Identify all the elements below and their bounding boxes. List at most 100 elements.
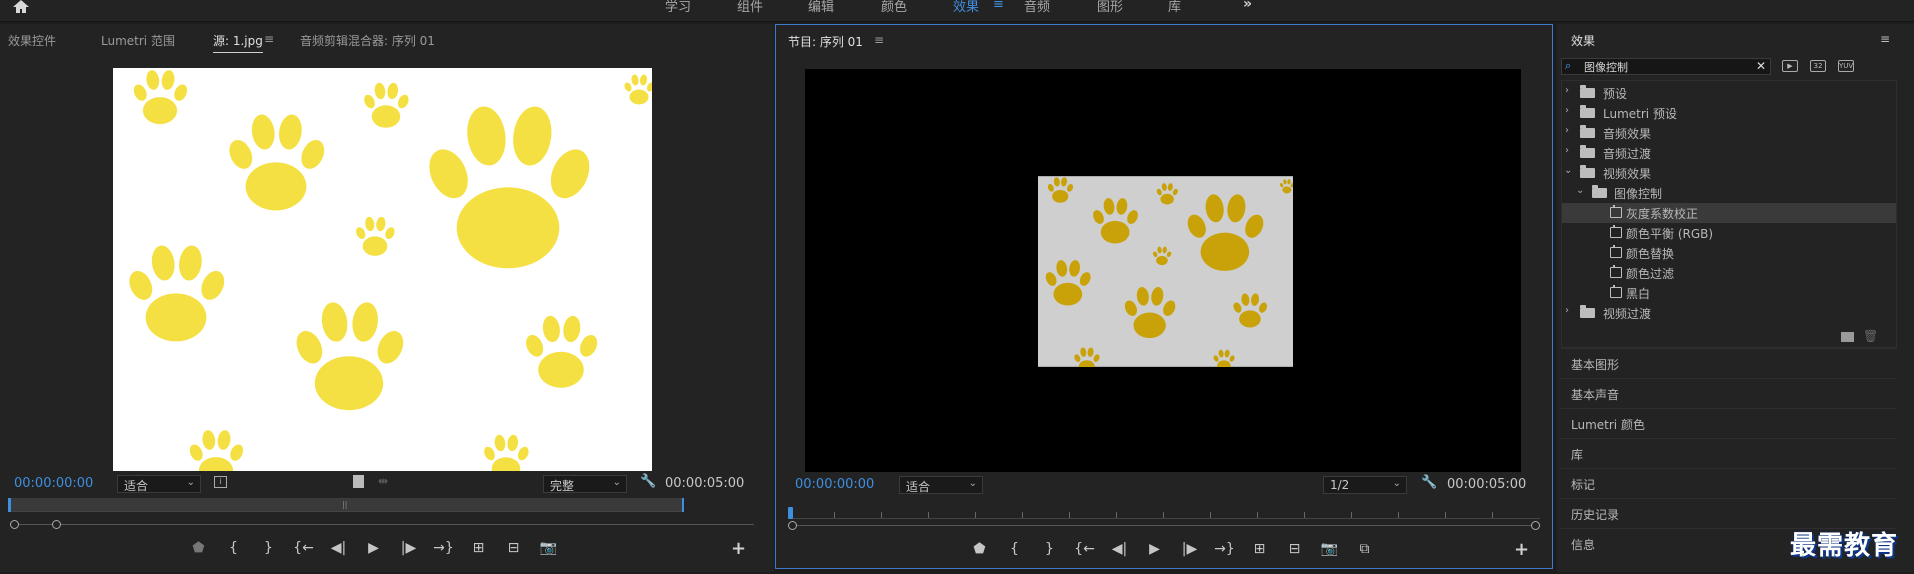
effects-panel-title[interactable]: 效果 [1571, 32, 1595, 49]
step-forward-icon[interactable]: |▶ [1172, 541, 1207, 557]
drag-video-icon[interactable]: ⇹ [378, 474, 388, 488]
play-icon[interactable]: ▶ [1137, 541, 1172, 557]
go-to-in-icon[interactable]: {← [286, 540, 321, 556]
workspace-tab-assembly[interactable]: 组件 [737, 0, 763, 15]
effects-menu-icon[interactable]: ≡ [1880, 32, 1890, 46]
program-panel-tabs: 节目: 序列 01 ≡ [776, 25, 1552, 53]
insert-icon[interactable] [353, 475, 364, 488]
program-title[interactable]: 节目: 序列 01 [788, 33, 863, 50]
comparison-view-icon[interactable]: ⧉ [1347, 541, 1382, 557]
tree-item-label: 预设 [1603, 87, 1628, 101]
playhead[interactable] [8, 498, 11, 512]
home-icon[interactable] [12, 0, 30, 14]
lift-icon[interactable]: ⊞ [1242, 541, 1277, 557]
workspace-tab-graphics[interactable]: 图形 [1097, 0, 1123, 15]
workspace-tab-audio[interactable]: 音频 [1024, 0, 1050, 15]
tree-item-color-replace[interactable]: 颜色替换 [1562, 243, 1896, 263]
tree-item-audio-effects[interactable]: › 音频效果 [1562, 123, 1896, 143]
button-editor-icon[interactable]: + [731, 538, 746, 559]
playhead[interactable] [788, 507, 793, 519]
workspace-tab-editing[interactable]: 编辑 [808, 0, 834, 15]
workspace-tab-effects[interactable]: 效果 [953, 0, 979, 15]
source-zoom-bar[interactable] [14, 524, 754, 525]
mark-in-icon[interactable]: { [216, 540, 251, 556]
more-workspaces-icon[interactable]: » [1243, 0, 1252, 12]
tree-item-label: Lumetri 预设 [1603, 107, 1677, 121]
tree-item-video-transitions[interactable]: › 视频过渡 [1562, 303, 1896, 323]
tab-audio-clip-mixer[interactable]: 音频剪辑混合器: 序列 01 [300, 32, 435, 49]
tab-effect-controls[interactable]: 效果控件 [8, 32, 56, 49]
tree-item-presets[interactable]: › 预设 [1562, 83, 1896, 103]
program-time-ruler[interactable] [788, 505, 1540, 519]
export-frame-icon[interactable]: 📷 [1312, 541, 1347, 557]
program-zoom-bar[interactable] [792, 525, 1540, 526]
tree-item-color-pass[interactable]: 颜色过滤 [1562, 263, 1896, 283]
section-history[interactable]: 历史记录 [1561, 498, 1897, 528]
preset-folder-icon [1580, 85, 1595, 98]
zoom-handle-right[interactable] [1531, 521, 1540, 530]
extract-icon[interactable]: ⊟ [1277, 541, 1312, 557]
overwrite-clip-icon[interactable]: ⊟ [496, 540, 531, 556]
program-fit-dropdown[interactable]: 适合 ⌄ [899, 476, 983, 494]
button-editor-icon[interactable]: + [1514, 539, 1529, 560]
effects-search-input[interactable] [1584, 60, 1744, 73]
section-markers[interactable]: 标记 [1561, 468, 1897, 498]
workspace-tab-color[interactable]: 颜色 [881, 0, 907, 15]
program-current-timecode[interactable]: 00:00:00:00 [795, 477, 874, 492]
source-fit-dropdown[interactable]: 适合 ⌄ [117, 475, 201, 493]
tab-source[interactable]: 源: 1.jpg [213, 32, 263, 53]
tree-item-gamma-correction[interactable]: 灰度系数校正 [1562, 203, 1896, 223]
section-essential-graphics[interactable]: 基本图形 [1561, 348, 1897, 378]
mark-in-icon[interactable]: { [997, 541, 1032, 557]
wrench-icon[interactable]: 🔧 [640, 474, 656, 489]
zoom-handle-left[interactable] [788, 521, 797, 530]
tree-item-color-balance-rgb[interactable]: 颜色平衡 (RGB) [1562, 223, 1896, 243]
accelerated-effects-icon[interactable]: ▶ [1782, 60, 1798, 72]
mark-out-icon[interactable]: } [251, 540, 286, 556]
32bit-effects-icon[interactable]: 32 [1810, 60, 1826, 72]
zoom-handle-left[interactable] [10, 520, 19, 529]
go-to-in-icon[interactable]: {← [1067, 541, 1102, 557]
go-to-out-icon[interactable]: →} [426, 540, 461, 556]
out-point-marker[interactable] [682, 498, 684, 512]
go-to-out-icon[interactable]: →} [1207, 541, 1242, 557]
program-menu-icon[interactable]: ≡ [874, 33, 884, 47]
step-back-icon[interactable]: ◀| [1102, 541, 1137, 557]
wrench-icon[interactable]: 🔧 [1421, 475, 1437, 490]
zoom-handle-right[interactable] [52, 520, 61, 529]
step-back-icon[interactable]: ◀| [321, 540, 356, 556]
section-libraries[interactable]: 库 [1561, 438, 1897, 468]
source-time-ruler[interactable]: || [8, 498, 684, 512]
workspace-menu-icon[interactable]: ≡ [993, 0, 1004, 12]
step-forward-icon[interactable]: |▶ [391, 540, 426, 556]
program-resolution-dropdown[interactable]: 1/2 ⌄ [1323, 476, 1407, 494]
settings-toggle-icon[interactable]: i [214, 476, 227, 488]
add-marker-icon[interactable]: ⬟ [181, 540, 216, 556]
chevron-down-icon: ⌄ [1576, 185, 1585, 196]
yuv-effects-icon[interactable]: YUV [1838, 60, 1854, 72]
section-lumetri-color[interactable]: Lumetri 颜色 [1561, 408, 1897, 438]
insert-clip-icon[interactable]: ⊞ [461, 540, 496, 556]
play-icon[interactable]: ▶ [356, 540, 391, 556]
tree-item-video-effects[interactable]: ⌄ 视频效果 [1562, 163, 1896, 183]
tab-source-menu-icon[interactable]: ≡ [264, 32, 274, 46]
workspace-bar: 学习 组件 编辑 颜色 效果 ≡ 音频 图形 库 » [0, 0, 1914, 22]
tree-item-black-white[interactable]: 黑白 [1562, 283, 1896, 303]
source-current-timecode[interactable]: 00:00:00:00 [14, 476, 93, 491]
tree-item-image-control[interactable]: ⌄ 图像控制 [1562, 183, 1896, 203]
program-duration-timecode: 00:00:05:00 [1447, 477, 1527, 492]
workspace-tab-libraries[interactable]: 库 [1168, 0, 1181, 15]
tree-item-lumetri-presets[interactable]: › Lumetri 预设 [1562, 103, 1896, 123]
add-marker-icon[interactable]: ⬟ [962, 541, 997, 557]
section-essential-sound[interactable]: 基本声音 [1561, 378, 1897, 408]
mark-out-icon[interactable]: } [1032, 541, 1067, 557]
tab-lumetri-scopes[interactable]: Lumetri 范围 [101, 32, 175, 49]
workspace-tab-learn[interactable]: 学习 [665, 0, 691, 15]
effects-search-box: ⌕ ✕ [1561, 58, 1771, 75]
trash-icon[interactable]: 🗑 [1863, 329, 1878, 343]
tree-item-audio-transitions[interactable]: › 音频过渡 [1562, 143, 1896, 163]
clear-search-icon[interactable]: ✕ [1756, 59, 1766, 73]
export-frame-icon[interactable]: 📷 [531, 540, 566, 556]
new-bin-icon[interactable] [1841, 332, 1854, 342]
source-quality-dropdown[interactable]: 完整 ⌄ [543, 475, 627, 493]
